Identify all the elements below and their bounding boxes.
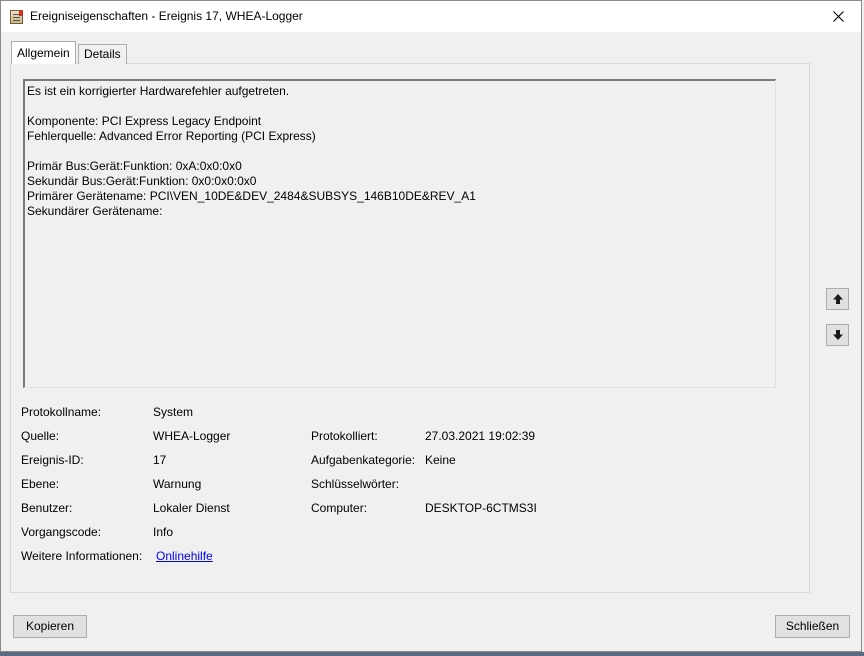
- source-value: WHEA-Logger: [153, 429, 231, 443]
- description-line: Sekundär Bus:Gerät:Funktion: 0x0:0x0:0x0: [27, 174, 257, 188]
- close-window-button[interactable]: [815, 1, 861, 32]
- opcode-value: Info: [153, 525, 174, 539]
- computer-value: DESKTOP-6CTMS3I: [425, 501, 537, 515]
- copy-button[interactable]: Kopieren: [13, 615, 87, 638]
- logged-label: Protokolliert:: [311, 429, 378, 443]
- description-line: Primärer Gerätename: PCI\VEN_10DE&DEV_24…: [27, 189, 476, 203]
- tab-details[interactable]: Details: [78, 44, 127, 64]
- description-line: Primär Bus:Gerät:Funktion: 0xA:0x0:0x0: [27, 159, 242, 173]
- event-id-value: 17: [153, 453, 167, 467]
- level-value: Warnung: [153, 477, 202, 491]
- taskbar-strip: [0, 652, 864, 656]
- title-bar: Ereigniseigenschaften - Ereignis 17, WHE…: [1, 1, 861, 32]
- computer-label: Computer:: [311, 501, 368, 515]
- description-line: [27, 99, 773, 114]
- source-label: Quelle:: [21, 429, 60, 443]
- task-category-value: Keine: [425, 453, 456, 467]
- description-line: [27, 144, 773, 159]
- arrow-up-icon: [832, 294, 843, 304]
- user-label: Benutzer:: [21, 501, 73, 515]
- previous-event-button[interactable]: [826, 288, 849, 310]
- event-description-box[interactable]: Es ist ein korrigierter Hardwarefehler a…: [23, 79, 776, 388]
- opcode-label: Vorgangscode:: [21, 525, 102, 539]
- keywords-label: Schlüsselwörter:: [311, 477, 400, 491]
- description-line: Fehlerquelle: Advanced Error Reporting (…: [27, 129, 316, 143]
- tab-allgemein[interactable]: Allgemein: [11, 41, 76, 64]
- logged-value: 27.03.2021 19:02:39: [425, 429, 536, 443]
- more-info-label: Weitere Informationen:: [21, 549, 143, 563]
- event-viewer-icon: [10, 10, 23, 24]
- description-line: Sekundärer Gerätename:: [27, 204, 163, 218]
- next-event-button[interactable]: [826, 324, 849, 346]
- online-help-link[interactable]: Onlinehilfe: [156, 549, 213, 563]
- user-value: Lokaler Dienst: [153, 501, 230, 515]
- task-category-label: Aufgabenkategorie:: [311, 453, 416, 467]
- close-icon: [832, 11, 844, 22]
- description-line: Es ist ein korrigierter Hardwarefehler a…: [27, 84, 290, 98]
- event-id-label: Ereignis-ID:: [21, 453, 84, 467]
- close-button[interactable]: Schließen: [775, 615, 850, 638]
- log-name-value: System: [153, 405, 194, 419]
- window-title: Ereigniseigenschaften - Ereignis 17, WHE…: [30, 9, 303, 23]
- log-name-label: Protokollname:: [21, 405, 102, 419]
- description-line: Komponente: PCI Express Legacy Endpoint: [27, 114, 262, 128]
- level-label: Ebene:: [21, 477, 60, 491]
- arrow-down-icon: [832, 330, 843, 340]
